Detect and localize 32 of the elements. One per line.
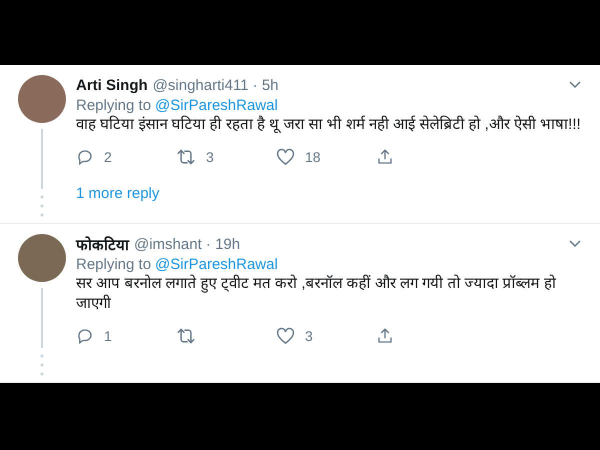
thread-line bbox=[41, 288, 43, 348]
chevron-down-icon[interactable] bbox=[568, 80, 582, 90]
retweet-icon[interactable] bbox=[176, 327, 196, 345]
reply-icon[interactable] bbox=[76, 327, 94, 345]
heart-icon[interactable] bbox=[276, 148, 295, 166]
mention-link[interactable]: @SirPareshRawal bbox=[155, 256, 278, 273]
author-name[interactable]: फोकटिया bbox=[76, 234, 129, 254]
mention-link[interactable]: @SirPareshRawal bbox=[155, 97, 278, 114]
action-count: 3 bbox=[206, 149, 214, 165]
action-count: 2 bbox=[104, 149, 112, 165]
tweet-text: वाह घटिया इंसान घटिया ही रहता है थू जरा सा भी शर्म नही आई सेलेब्रिटी हो ,और ऐसी भाषा!!! bbox=[76, 115, 582, 135]
avatar-placeholder[interactable] bbox=[18, 75, 66, 123]
chevron-down-icon[interactable] bbox=[568, 239, 582, 249]
avatar-placeholder[interactable] bbox=[18, 234, 66, 282]
replying-label: Replying to bbox=[76, 97, 152, 114]
share-icon[interactable] bbox=[376, 148, 394, 166]
thread-dots-icon bbox=[40, 195, 44, 217]
thread-line bbox=[41, 129, 43, 189]
heart-icon[interactable] bbox=[276, 327, 295, 345]
author-name[interactable]: Arti Singh bbox=[76, 76, 148, 94]
more-replies-link[interactable]: 1 more reply bbox=[76, 177, 582, 212]
action-count: 1 bbox=[104, 328, 112, 344]
replying-label: Replying to bbox=[76, 256, 152, 273]
thread-dots-icon bbox=[40, 354, 44, 376]
reply-icon[interactable] bbox=[76, 148, 94, 166]
handle-and-time: @imshant · 19h bbox=[134, 236, 242, 252]
retweet-icon[interactable] bbox=[176, 148, 196, 166]
action-count: 3 bbox=[305, 328, 313, 344]
action-count: 18 bbox=[305, 149, 321, 165]
share-icon[interactable] bbox=[376, 327, 394, 345]
handle-and-time: @singharti411 · 5h bbox=[152, 76, 280, 94]
tweet-text: सर आप बरनोल लगाते हुए ट्वीट मत करो ,बरनॉल कहीं और लग गयी तो ज्यादा प्रॉब्लम हो जाएगी bbox=[76, 274, 558, 314]
